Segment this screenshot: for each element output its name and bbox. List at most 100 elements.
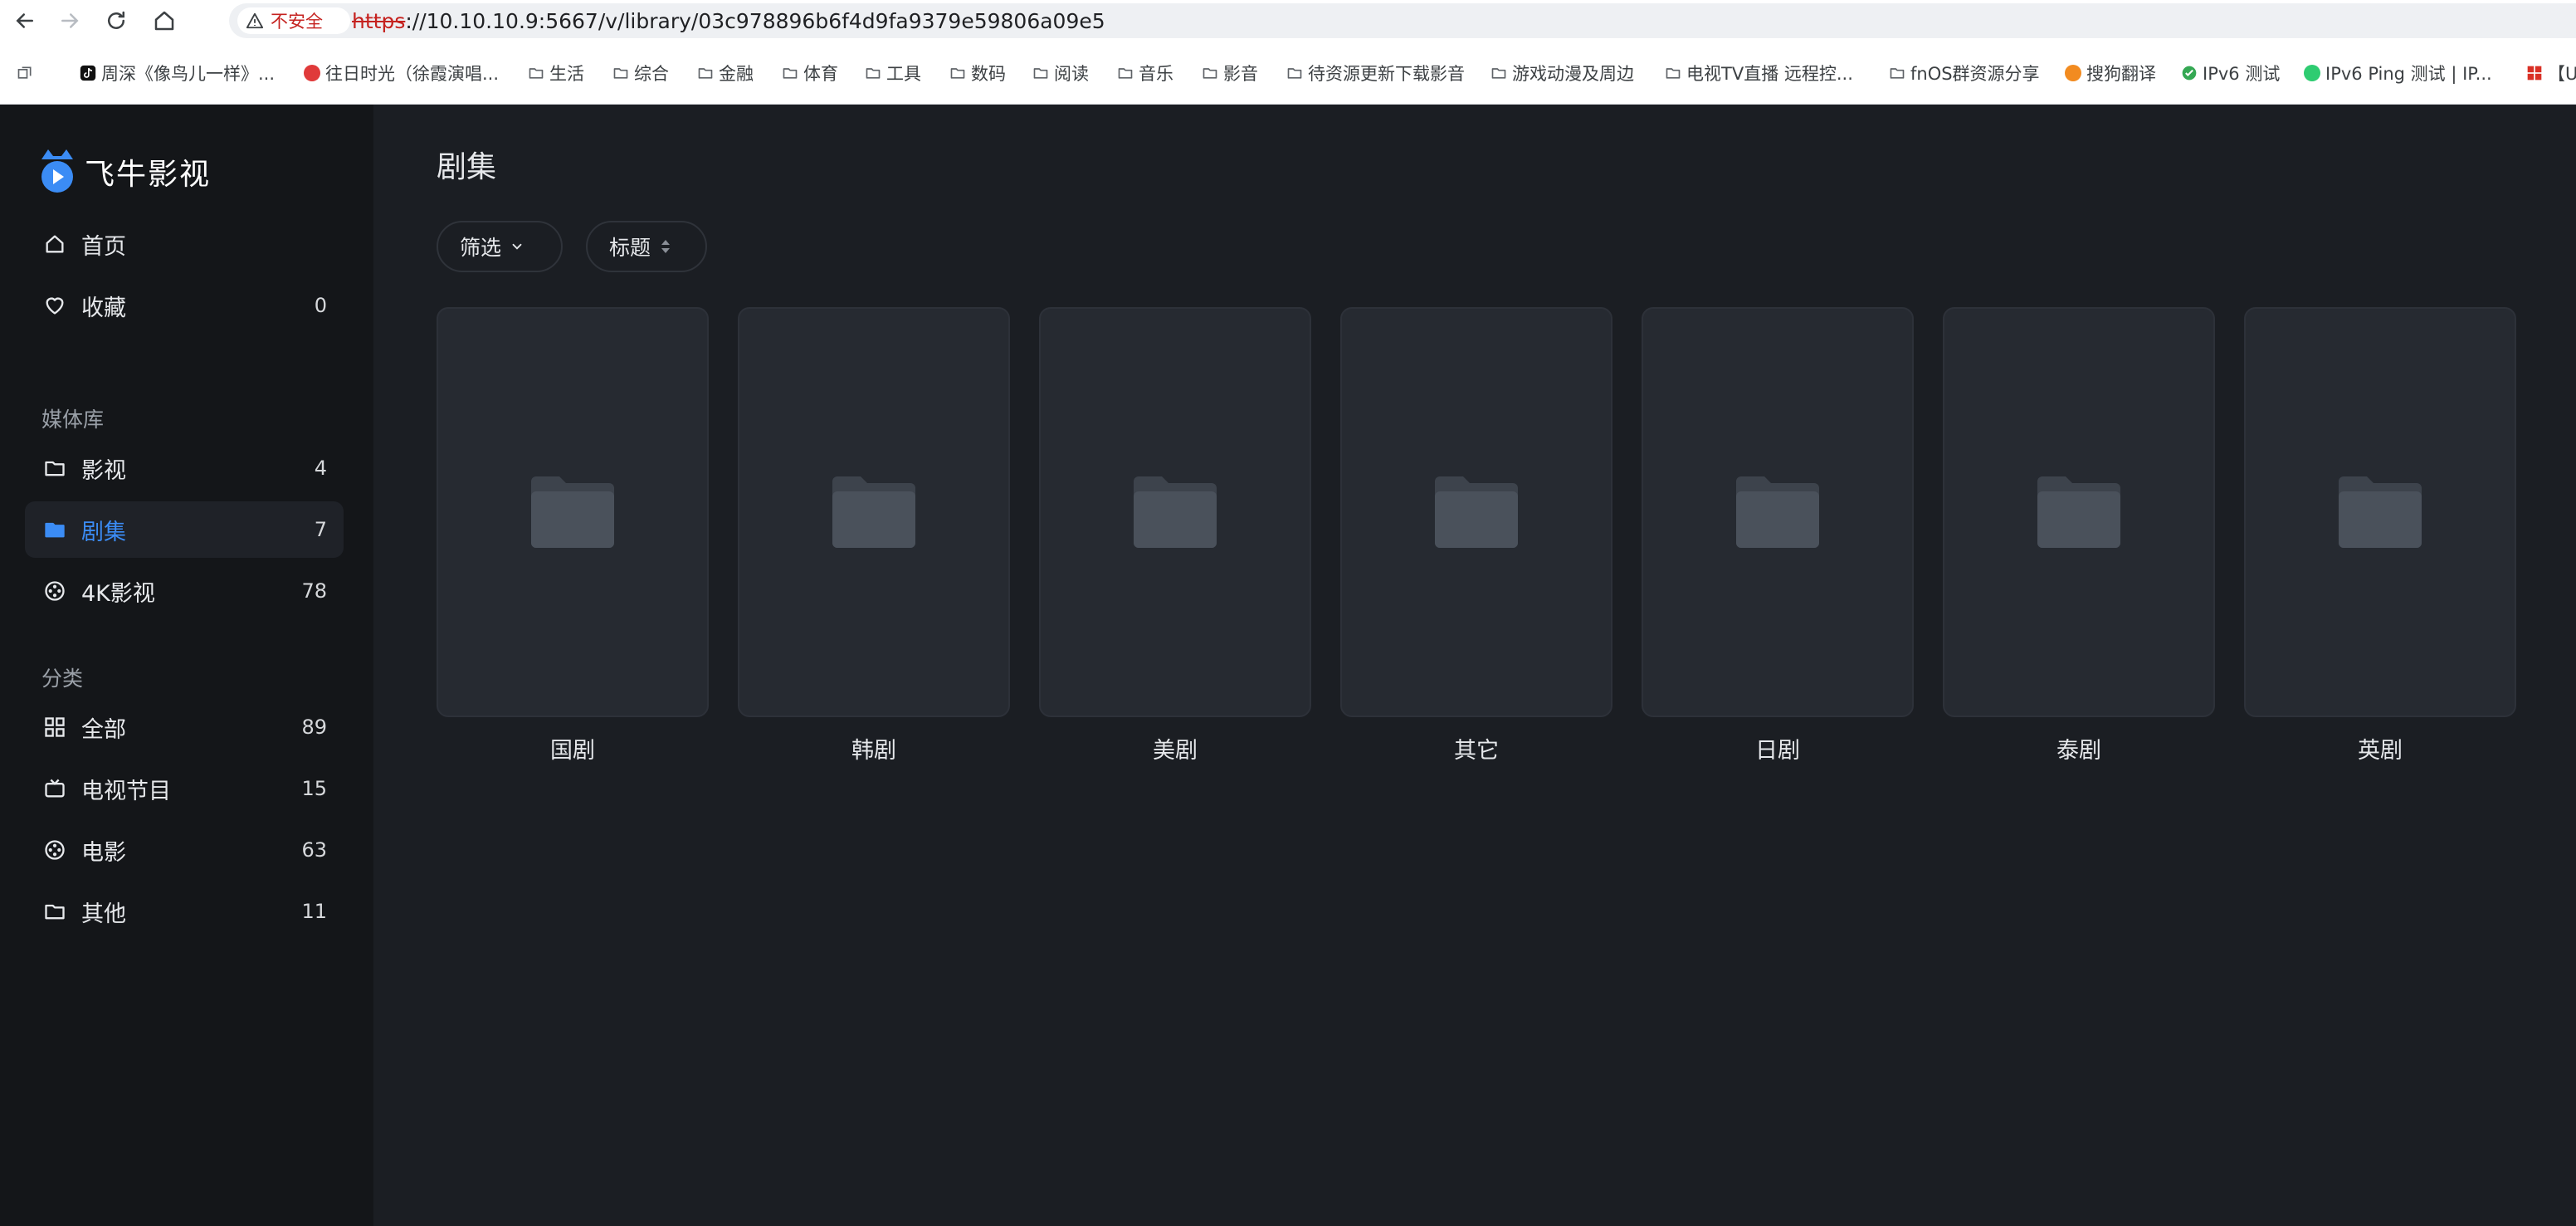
url-path: ://10.10.10.9:5667/v/library/03c978896b6…	[405, 9, 1105, 33]
sidebar-item-tv-shows[interactable]: 电视节目 15	[25, 760, 344, 817]
category-section-title: 分类	[41, 667, 84, 691]
folder-icon	[1491, 68, 1506, 79]
bookmark-12[interactable]: 游戏动漫及周边	[1490, 61, 1634, 85]
folder-filled-icon	[45, 522, 65, 538]
bookmark-17[interactable]: IPv6 Ping 测试 | IP...	[2304, 61, 2492, 85]
tv-icon	[45, 779, 65, 798]
chevron-down-icon	[512, 243, 522, 250]
folder-card[interactable]: 泰剧	[1943, 307, 2215, 764]
folder-icon	[866, 68, 881, 79]
tab-search-button[interactable]	[17, 61, 38, 85]
film-reel-icon	[45, 581, 65, 601]
folder-icon	[613, 68, 628, 79]
folder-icon	[950, 68, 965, 79]
favorites-count: 0	[314, 294, 327, 317]
folder-icon	[1435, 476, 1518, 548]
bookmark-13[interactable]: 电视TV直播 远程控...	[1665, 61, 1853, 85]
security-label: 不安全	[271, 12, 323, 32]
sidebar-item-home[interactable]: 首页	[25, 216, 344, 272]
app-logo[interactable]: 飞牛影视	[37, 148, 211, 196]
folder-label: 泰剧	[2056, 738, 2101, 764]
arrow-right-icon	[61, 13, 79, 28]
back-button[interactable]	[8, 7, 41, 35]
folder-thumbnail	[1039, 307, 1311, 717]
feiniu-logo-icon	[41, 149, 73, 193]
folder-card[interactable]: 日剧	[1642, 307, 1914, 764]
library-section-title: 媒体库	[41, 408, 105, 432]
folder-icon	[1033, 68, 1048, 79]
folder-thumbnail	[738, 307, 1010, 717]
sidebar-item-other[interactable]: 其他 11	[25, 883, 344, 940]
bookmark-2[interactable]: 生活	[528, 61, 584, 85]
url-scheme: https	[352, 9, 406, 33]
folder-icon	[529, 68, 544, 79]
sidebar-item-movies[interactable]: 影视 4	[25, 440, 344, 496]
folder-icon	[783, 68, 798, 79]
filter-button[interactable]: 筛选	[437, 221, 563, 272]
sort-icon	[661, 240, 671, 253]
forward-button[interactable]	[53, 7, 86, 35]
grid-red-icon	[2527, 66, 2542, 81]
folder-thumbnail	[1340, 307, 1612, 717]
folder-label: 美剧	[1153, 738, 1198, 764]
folder-thumbnail	[2244, 307, 2516, 717]
folder-card[interactable]: 韩剧	[738, 307, 1010, 764]
page-title: 剧集	[437, 150, 497, 184]
check-icon	[2182, 66, 2197, 81]
sort-button[interactable]: 标题	[586, 221, 707, 272]
folder-icon	[1736, 476, 1819, 548]
bookmark-4[interactable]: 金融	[697, 61, 754, 85]
folder-icon	[832, 476, 915, 548]
folder-icon	[1666, 68, 1681, 79]
folder-label: 韩剧	[851, 738, 896, 764]
bookmark-15[interactable]: 搜狗翻译	[2065, 61, 2156, 85]
folder-label: 国剧	[550, 738, 595, 764]
security-chip[interactable]: 不安全	[237, 7, 350, 34]
copy-tabs-icon	[17, 66, 32, 79]
home-button[interactable]	[148, 7, 181, 35]
folder-thumbnail	[437, 307, 709, 717]
sidebar-item-4k[interactable]: 4K影视 78	[25, 563, 344, 619]
folder-thumbnail	[1642, 307, 1914, 717]
folder-icon	[2037, 476, 2120, 548]
bookmark-14[interactable]: fnOS群资源分享	[1889, 61, 2040, 85]
folder-label: 其它	[1454, 738, 1499, 764]
folder-label: 日剧	[1755, 738, 1800, 764]
home-icon	[46, 235, 64, 253]
tiktok-icon	[80, 65, 96, 81]
sidebar-item-favorites[interactable]: 收藏 0	[25, 277, 344, 334]
folder-icon	[2339, 476, 2422, 548]
home-icon	[154, 11, 174, 31]
bookmark-0[interactable]: 周深《像鸟儿一样》...	[80, 61, 275, 85]
address-bar[interactable]: 不安全 https://10.10.10.9:5667/v/library/03…	[229, 3, 2576, 38]
bookmark-8[interactable]: 阅读	[1032, 61, 1089, 85]
url-text[interactable]: https://10.10.10.9:5667/v/library/03c978…	[352, 9, 1105, 33]
bookmark-6[interactable]: 工具	[865, 61, 921, 85]
bookmark-18[interactable]: 【U	[2526, 61, 2576, 85]
app-name: 飞牛影视	[85, 158, 212, 192]
folder-card[interactable]: 英剧	[2244, 307, 2516, 764]
sidebar-item-films[interactable]: 电影 63	[25, 822, 344, 878]
folder-icon	[531, 476, 614, 548]
bookmark-9[interactable]: 音乐	[1117, 61, 1173, 85]
sidebar: 飞牛影视 首页 收藏 0 媒体库 影视 4 剧集 7 4K影视 78 分类 全部…	[0, 105, 373, 1226]
bookmark-1[interactable]: 往日时光（徐霞演唱...	[304, 61, 499, 85]
ping-icon	[2304, 65, 2320, 81]
folder-card[interactable]: 其它	[1340, 307, 1612, 764]
sidebar-item-series[interactable]: 剧集 7	[25, 501, 344, 558]
folder-icon	[1203, 68, 1217, 79]
bookmark-3[interactable]: 综合	[612, 61, 669, 85]
reload-icon	[108, 11, 124, 29]
bookmark-5[interactable]: 体育	[782, 61, 838, 85]
bookmark-7[interactable]: 数码	[949, 61, 1006, 85]
folder-icon	[1134, 476, 1217, 548]
folder-card[interactable]: 美剧	[1039, 307, 1311, 764]
bookmark-16[interactable]: IPv6 测试	[2181, 61, 2280, 85]
bookmark-10[interactable]: 影音	[1202, 61, 1258, 85]
bookmark-11[interactable]: 待资源更新下载影音	[1286, 61, 1465, 85]
reload-button[interactable]	[100, 7, 133, 35]
folder-card[interactable]: 国剧	[437, 307, 709, 764]
folder-icon	[1118, 68, 1133, 79]
heart-icon	[46, 297, 64, 315]
sidebar-item-all[interactable]: 全部 89	[25, 699, 344, 755]
